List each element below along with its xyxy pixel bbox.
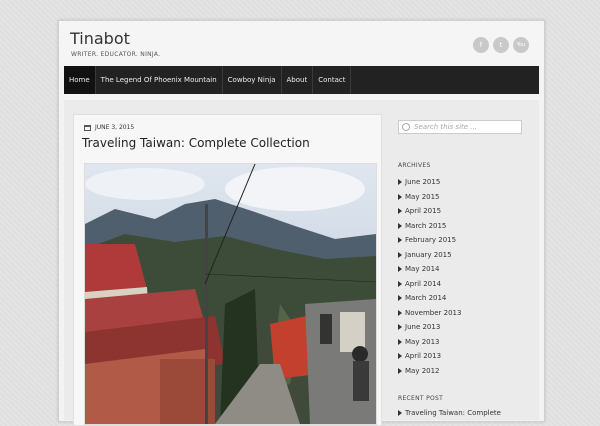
archive-label: March 2014 [405,294,447,302]
recent-post-item[interactable]: Traveling Taiwan: Complete [398,409,501,417]
page-wrapper: Tinabot WRITER. EDUCATOR. NINJA. f t You… [58,20,545,426]
nav-item-legend-of-phoenix-mountain[interactable]: The Legend Of Phoenix Mountain [96,66,223,94]
site-tagline: WRITER. EDUCATOR. NINJA. [71,51,161,58]
site-header: Tinabot WRITER. EDUCATOR. NINJA. f t You [59,21,544,66]
arrow-right-icon [398,179,402,186]
archive-item[interactable]: May 2015 [398,190,461,205]
archive-item[interactable]: March 2014 [398,291,461,306]
archive-label: January 2015 [405,250,452,259]
post-date: JUNE 3, 2015 [84,124,134,131]
search-icon [402,123,410,131]
archive-item[interactable]: May 2013 [398,335,461,350]
recent-posts-title: RECENT POST [398,395,444,402]
search-placeholder: Search this site ... [414,123,477,131]
archive-label: February 2015 [405,236,457,244]
archive-item[interactable]: May 2014 [398,262,461,277]
archives-title: ARCHIVES [398,162,431,169]
calendar-icon [84,124,91,131]
nav-item-home[interactable]: Home [64,66,96,94]
archive-item[interactable]: June 2015 [398,175,461,190]
arrow-right-icon [398,208,402,215]
post-title[interactable]: Traveling Taiwan: Complete Collection [82,136,310,150]
arrow-right-icon [398,251,402,258]
facebook-icon[interactable]: f [473,37,489,53]
archive-label: May 2015 [405,192,440,201]
arrow-right-icon [398,367,402,374]
archive-label: May 2014 [405,265,440,273]
archive-label: March 2015 [405,221,447,230]
mountain-village-photo [85,164,376,424]
archive-label: April 2013 [405,352,442,360]
arrow-right-icon [398,280,402,287]
archive-item[interactable]: June 2013 [398,320,461,335]
arrow-right-icon [398,309,402,316]
archive-label: April 2014 [405,279,442,288]
youtube-icon[interactable]: You [513,37,529,53]
nav-item-about[interactable]: About [282,66,314,94]
archive-item[interactable]: April 2015 [398,204,461,219]
archive-item[interactable]: March 2015 [398,219,461,234]
arrow-right-icon [398,266,402,273]
arrow-right-icon [398,295,402,302]
archive-item[interactable]: April 2013 [398,349,461,364]
archive-item[interactable]: April 2014 [398,277,461,292]
archive-label: November 2013 [405,308,462,317]
post-date-text: JUNE 3, 2015 [95,124,135,131]
arrow-right-icon [398,353,402,360]
archive-item[interactable]: May 2012 [398,364,461,379]
archive-item[interactable]: January 2015 [398,248,461,263]
content-area: JUNE 3, 2015 Traveling Taiwan: Complete … [64,100,539,426]
archives-list: June 2015 May 2015 April 2015 March 2015… [398,175,461,378]
archive-label: May 2013 [405,337,440,346]
archive-label: June 2015 [405,178,441,186]
arrow-right-icon [398,237,402,244]
arrow-right-icon [398,193,402,200]
archive-label: April 2015 [405,207,442,215]
arrow-right-icon [398,222,402,229]
post-featured-image[interactable] [84,163,377,425]
twitter-icon[interactable]: t [493,37,509,53]
archive-label: May 2012 [405,366,440,375]
recent-post-label: Traveling Taiwan: Complete [405,409,501,417]
archive-item[interactable]: November 2013 [398,306,461,321]
main-nav: Home The Legend Of Phoenix Mountain Cowb… [64,66,539,94]
archive-item[interactable]: February 2015 [398,233,461,248]
sidebar: Search this site ... ARCHIVES June 2015 … [391,114,531,424]
arrow-right-icon [398,410,402,416]
nav-item-cowboy-ninja[interactable]: Cowboy Ninja [223,66,282,94]
post-article: JUNE 3, 2015 Traveling Taiwan: Complete … [73,114,382,426]
archive-label: June 2013 [405,323,441,331]
arrow-right-icon [398,338,402,345]
social-links: f t You [473,37,529,53]
search-input[interactable]: Search this site ... [398,120,522,134]
site-title[interactable]: Tinabot [70,29,130,48]
nav-item-contact[interactable]: Contact [313,66,352,94]
arrow-right-icon [398,324,402,331]
